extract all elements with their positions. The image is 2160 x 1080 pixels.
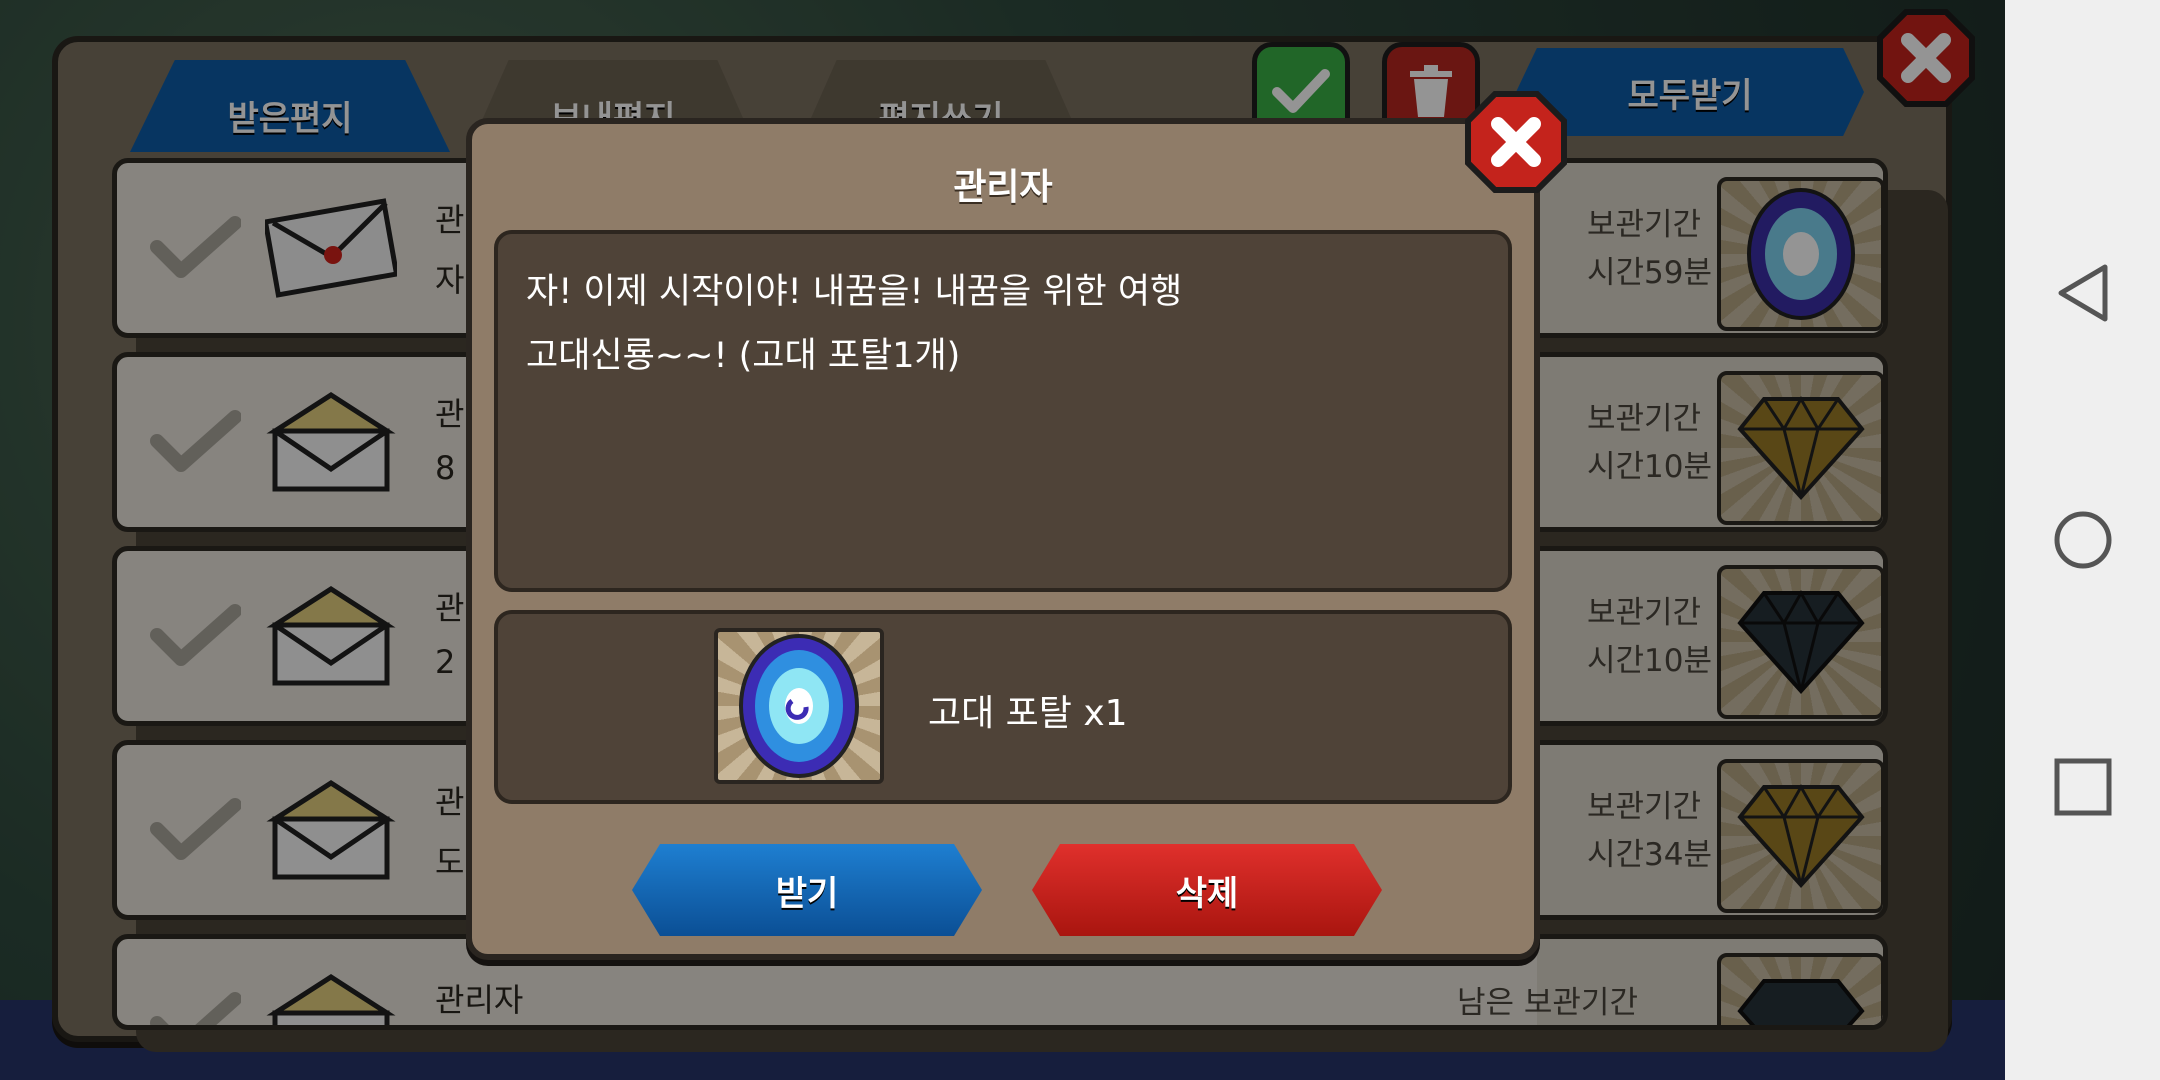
mail-detail-dialog: 관리자 자! 이제 시작이야! 내꿈을! 내꿈을 위한 여행 고대신룡~~! (…	[466, 91, 1567, 960]
ancient-portal-icon	[739, 634, 859, 778]
game-screen: 받은편지 보내편지 편지쓰기 모두받기 관 자 보관기간시간59분 관 8 보관…	[0, 0, 2160, 1080]
message-text: 자! 이제 시작이야! 내꿈을! 내꿈을 위한 여행 고대신룡~~! (고대 포…	[526, 272, 1183, 376]
recents-icon	[2054, 758, 2111, 816]
dialog-close-button[interactable]	[1464, 90, 1568, 194]
recents-button[interactable]	[2043, 747, 2123, 827]
back-icon	[2058, 264, 2107, 322]
home-button[interactable]	[2043, 500, 2123, 580]
back-button[interactable]	[2043, 253, 2123, 333]
system-navigation-bar	[2005, 0, 2160, 1080]
delete-button[interactable]: 삭제	[1032, 844, 1382, 936]
attachment-label: 고대 포탈 x1	[928, 693, 1128, 734]
close-icon	[1465, 91, 1567, 193]
home-icon	[2054, 511, 2111, 569]
message-box: 자! 이제 시작이야! 내꿈을! 내꿈을 위한 여행 고대신룡~~! (고대 포…	[494, 230, 1512, 592]
receive-button[interactable]: 받기	[632, 844, 982, 936]
attachment-box: 고대 포탈 x1	[494, 610, 1512, 804]
attachment-thumbnail	[714, 628, 884, 784]
dialog-title: 관리자	[953, 167, 1053, 208]
